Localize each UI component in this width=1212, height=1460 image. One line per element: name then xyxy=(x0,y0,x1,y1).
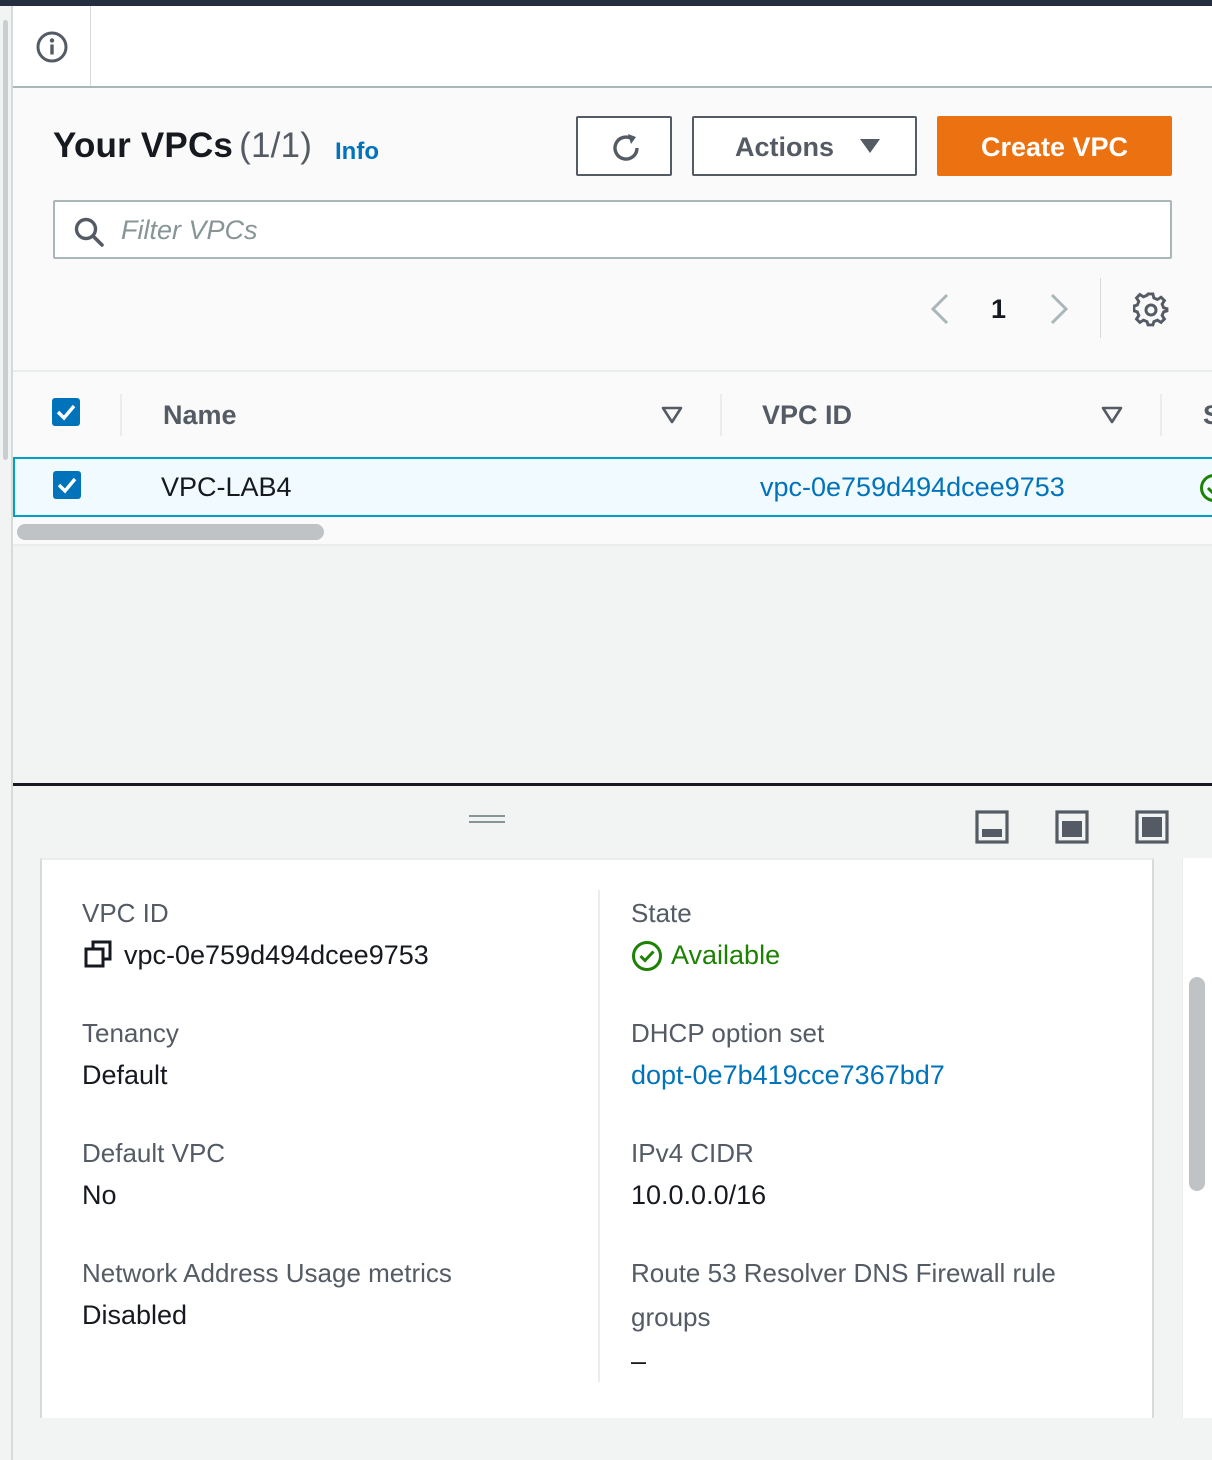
vpc-details-card: VPC ID vpc-0e759d494dcee9753 State Avail… xyxy=(40,858,1154,1418)
route53-value: – xyxy=(631,1346,647,1376)
row-vpc-id-link[interactable]: vpc-0e759d494dcee9753 xyxy=(760,472,1065,503)
default-vpc-label: Default VPC xyxy=(82,1138,226,1168)
select-all-checkbox[interactable] xyxy=(52,398,80,426)
vpc-count: (1/1) xyxy=(239,126,313,165)
ipv4-cidr-value: 10.0.0.0/16 xyxy=(631,1180,767,1210)
caret-down-icon xyxy=(860,139,880,153)
vpcs-panel: Your VPCs(1/1) Info Actions Create VPC 1 xyxy=(13,88,1212,546)
route53-label-line1: Route 53 Resolver DNS Firewall rule xyxy=(631,1258,1056,1288)
horizontal-scrollbar[interactable] xyxy=(17,524,324,540)
dhcp-label: DHCP option set xyxy=(631,1018,825,1048)
column-header-state[interactable]: S xyxy=(1203,400,1212,431)
state-value: Available xyxy=(671,940,781,970)
rail-scrollbar[interactable] xyxy=(3,20,8,460)
row-name: VPC-LAB4 xyxy=(161,472,292,502)
left-rail xyxy=(0,6,13,1460)
details-scrollbar-thumb[interactable] xyxy=(1189,977,1205,1191)
pagination-divider xyxy=(1100,278,1101,338)
vpc-id-label: VPC ID xyxy=(82,898,169,928)
column-header-vpc-id[interactable]: VPC ID xyxy=(762,400,852,431)
sort-icon[interactable] xyxy=(661,406,683,424)
table-row[interactable]: VPC-LAB4 vpc-0e759d494dcee9753 xyxy=(13,457,1212,517)
ipv4-cidr-label: IPv4 CIDR xyxy=(631,1138,754,1168)
split-panel-divider[interactable] xyxy=(13,783,1212,786)
column-header-name[interactable]: Name xyxy=(163,400,237,431)
column-divider[interactable] xyxy=(1160,394,1162,436)
status-ok-icon xyxy=(632,941,662,971)
panel-bottom-icon[interactable] xyxy=(975,810,1009,844)
dhcp-value-link[interactable]: dopt-0e7b419cce7367bd7 xyxy=(631,1060,945,1091)
table-header: Name VPC ID S xyxy=(13,370,1212,456)
chevron-right-icon[interactable] xyxy=(1046,292,1072,326)
page-title: Your VPCs (1/1) xyxy=(53,126,312,166)
info-link[interactable]: Info xyxy=(335,138,379,166)
row-checkbox[interactable] xyxy=(53,471,81,499)
nau-metrics-value: Disabled xyxy=(82,1300,188,1330)
info-panel-toggle[interactable] xyxy=(13,6,91,86)
default-vpc-value: No xyxy=(82,1180,117,1210)
actions-dropdown[interactable]: Actions xyxy=(692,116,917,176)
nau-metrics-label: Network Address Usage metrics xyxy=(82,1258,452,1288)
sort-icon[interactable] xyxy=(1101,406,1123,424)
panel-full-icon[interactable] xyxy=(1135,810,1169,844)
search-icon xyxy=(74,217,104,247)
chevron-left-icon[interactable] xyxy=(927,292,953,326)
column-divider[interactable] xyxy=(720,394,722,436)
gear-icon[interactable] xyxy=(1133,292,1169,328)
refresh-icon xyxy=(613,134,639,161)
column-divider xyxy=(598,890,600,1382)
current-page-number[interactable]: 1 xyxy=(991,294,1006,325)
panel-bottom-border xyxy=(13,544,1212,546)
refresh-button[interactable] xyxy=(576,116,672,176)
drag-handle-icon[interactable] xyxy=(469,815,505,825)
create-vpc-button[interactable]: Create VPC xyxy=(937,116,1172,176)
tenancy-value: Default xyxy=(82,1060,168,1090)
page-title-text: Your VPCs xyxy=(53,126,234,165)
column-divider xyxy=(120,394,122,436)
actions-label: Actions xyxy=(735,132,835,162)
tenancy-label: Tenancy xyxy=(82,1018,179,1048)
state-label: State xyxy=(631,898,692,928)
route53-label-line2: groups xyxy=(631,1302,711,1332)
info-strip xyxy=(13,6,1212,88)
copy-icon[interactable] xyxy=(84,940,112,968)
panel-side-icon[interactable] xyxy=(1055,810,1089,844)
filter-vpcs-field[interactable] xyxy=(53,200,1172,259)
status-ok-icon xyxy=(1200,474,1212,502)
search-input[interactable] xyxy=(121,210,1121,250)
vpc-id-value: vpc-0e759d494dcee9753 xyxy=(124,940,429,970)
info-icon xyxy=(36,31,68,63)
create-vpc-label: Create VPC xyxy=(980,132,1129,162)
